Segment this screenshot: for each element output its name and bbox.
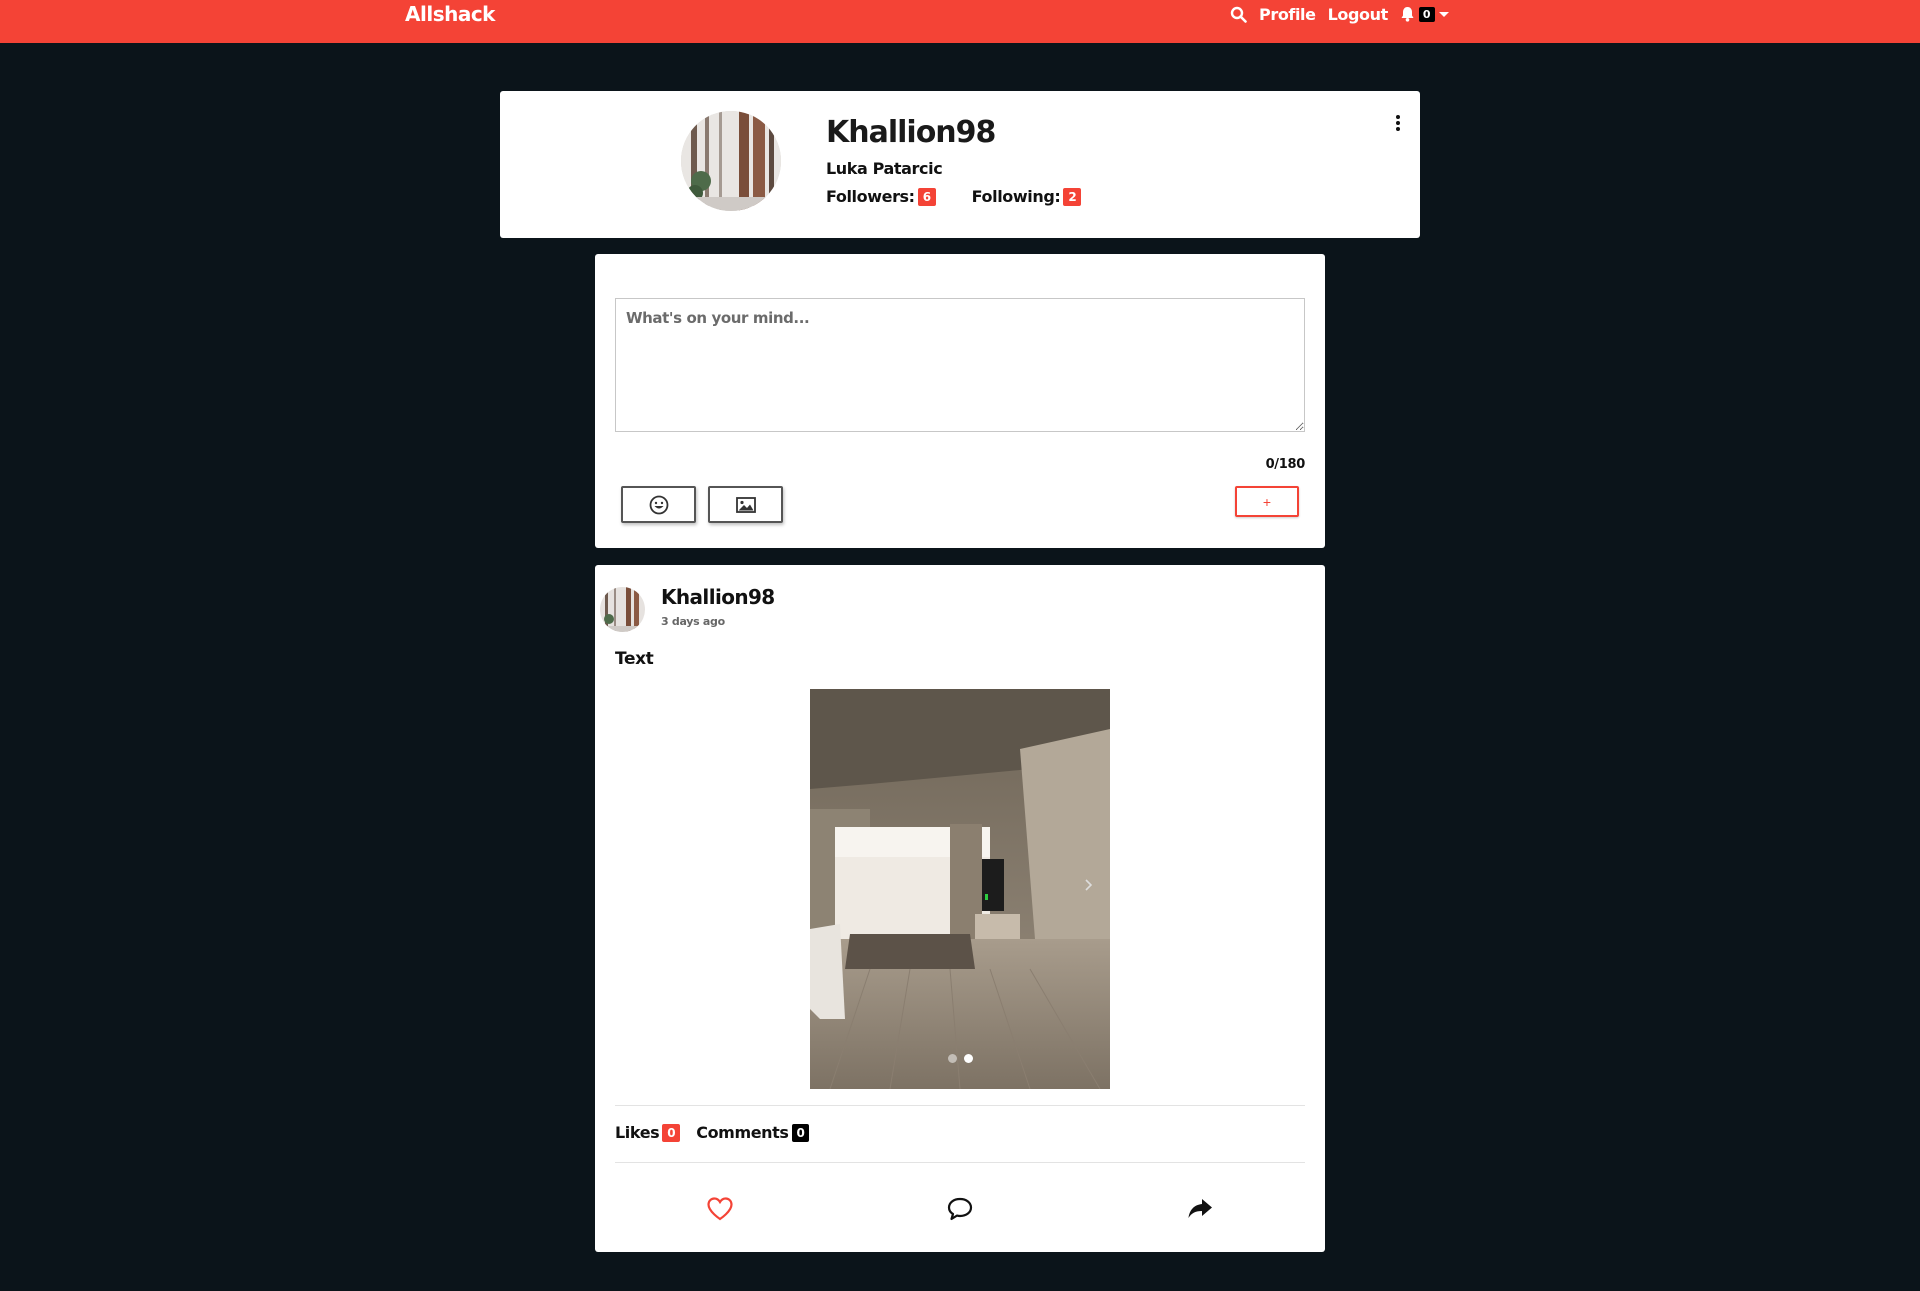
post-image [810,689,1110,1089]
post-text: Text [615,649,654,669]
likes-count-badge: 0 [662,1123,681,1142]
likes-label: Likes [615,1123,660,1142]
comment-icon [947,1197,973,1221]
post-input[interactable] [615,298,1305,432]
post-author-name[interactable]: Khallion98 [661,585,775,609]
profile-stats: Followers: 6 Following: 2 [826,187,1082,206]
profile-username: Khallion98 [826,115,996,150]
carousel-dot[interactable] [947,1054,957,1063]
share-icon [1188,1199,1212,1218]
post-composer: 0/180 + [595,254,1325,548]
followers-stat[interactable]: Followers: 6 [826,187,936,206]
caret-down-icon [1438,11,1449,17]
like-button[interactable] [700,1189,740,1229]
likes-stat[interactable]: Likes 0 [615,1123,681,1142]
post-card: Khallion98 3 days ago Text Likes 0 Comme… [595,565,1325,1252]
carousel-indicators [810,1054,1110,1063]
post-author-avatar[interactable] [600,587,645,632]
post-image-carousel[interactable] [810,689,1110,1089]
followers-count-badge: 6 [917,187,936,206]
top-navbar: Allshack Profile Logout 0 [0,0,1920,43]
comment-button[interactable] [940,1189,980,1229]
char-counter: 0/180 [1265,457,1306,472]
post-stats: Likes 0 Comments 0 [615,1123,810,1142]
brand-logo[interactable]: Allshack [405,0,495,28]
chevron-right-icon[interactable] [1082,875,1096,895]
image-upload-button[interactable] [708,486,783,523]
search-icon[interactable] [1230,6,1247,23]
following-stat[interactable]: Following: 2 [972,187,1082,206]
profile-card: Khallion98 Luka Patarcic Followers: 6 Fo… [500,91,1420,238]
more-options-icon[interactable] [1393,113,1403,133]
comments-label: Comments [696,1123,789,1142]
notifications-dropdown[interactable]: 0 [1400,6,1449,22]
divider [615,1162,1305,1163]
share-button[interactable] [1180,1189,1220,1229]
nav-profile-link[interactable]: Profile [1259,5,1316,24]
comments-count-badge: 0 [791,1123,810,1142]
emoji-button[interactable] [621,486,696,523]
heart-icon [707,1197,733,1221]
nav-logout-link[interactable]: Logout [1328,5,1389,24]
submit-post-button[interactable]: + [1235,486,1299,517]
post-timestamp: 3 days ago [661,615,725,628]
bell-icon [1401,7,1414,22]
carousel-dot-active[interactable] [963,1054,973,1063]
following-label: Following: [971,187,1061,206]
divider [615,1105,1305,1106]
emoji-icon [649,495,668,514]
notification-count-badge: 0 [1418,6,1435,22]
avatar[interactable] [681,111,781,211]
image-icon [735,496,756,513]
followers-label: Followers: [826,187,915,206]
comments-stat[interactable]: Comments 0 [696,1123,810,1142]
nav-actions: Profile Logout 0 [1230,0,1449,28]
profile-full-name: Luka Patarcic [826,159,943,178]
following-count-badge: 2 [1063,187,1082,206]
